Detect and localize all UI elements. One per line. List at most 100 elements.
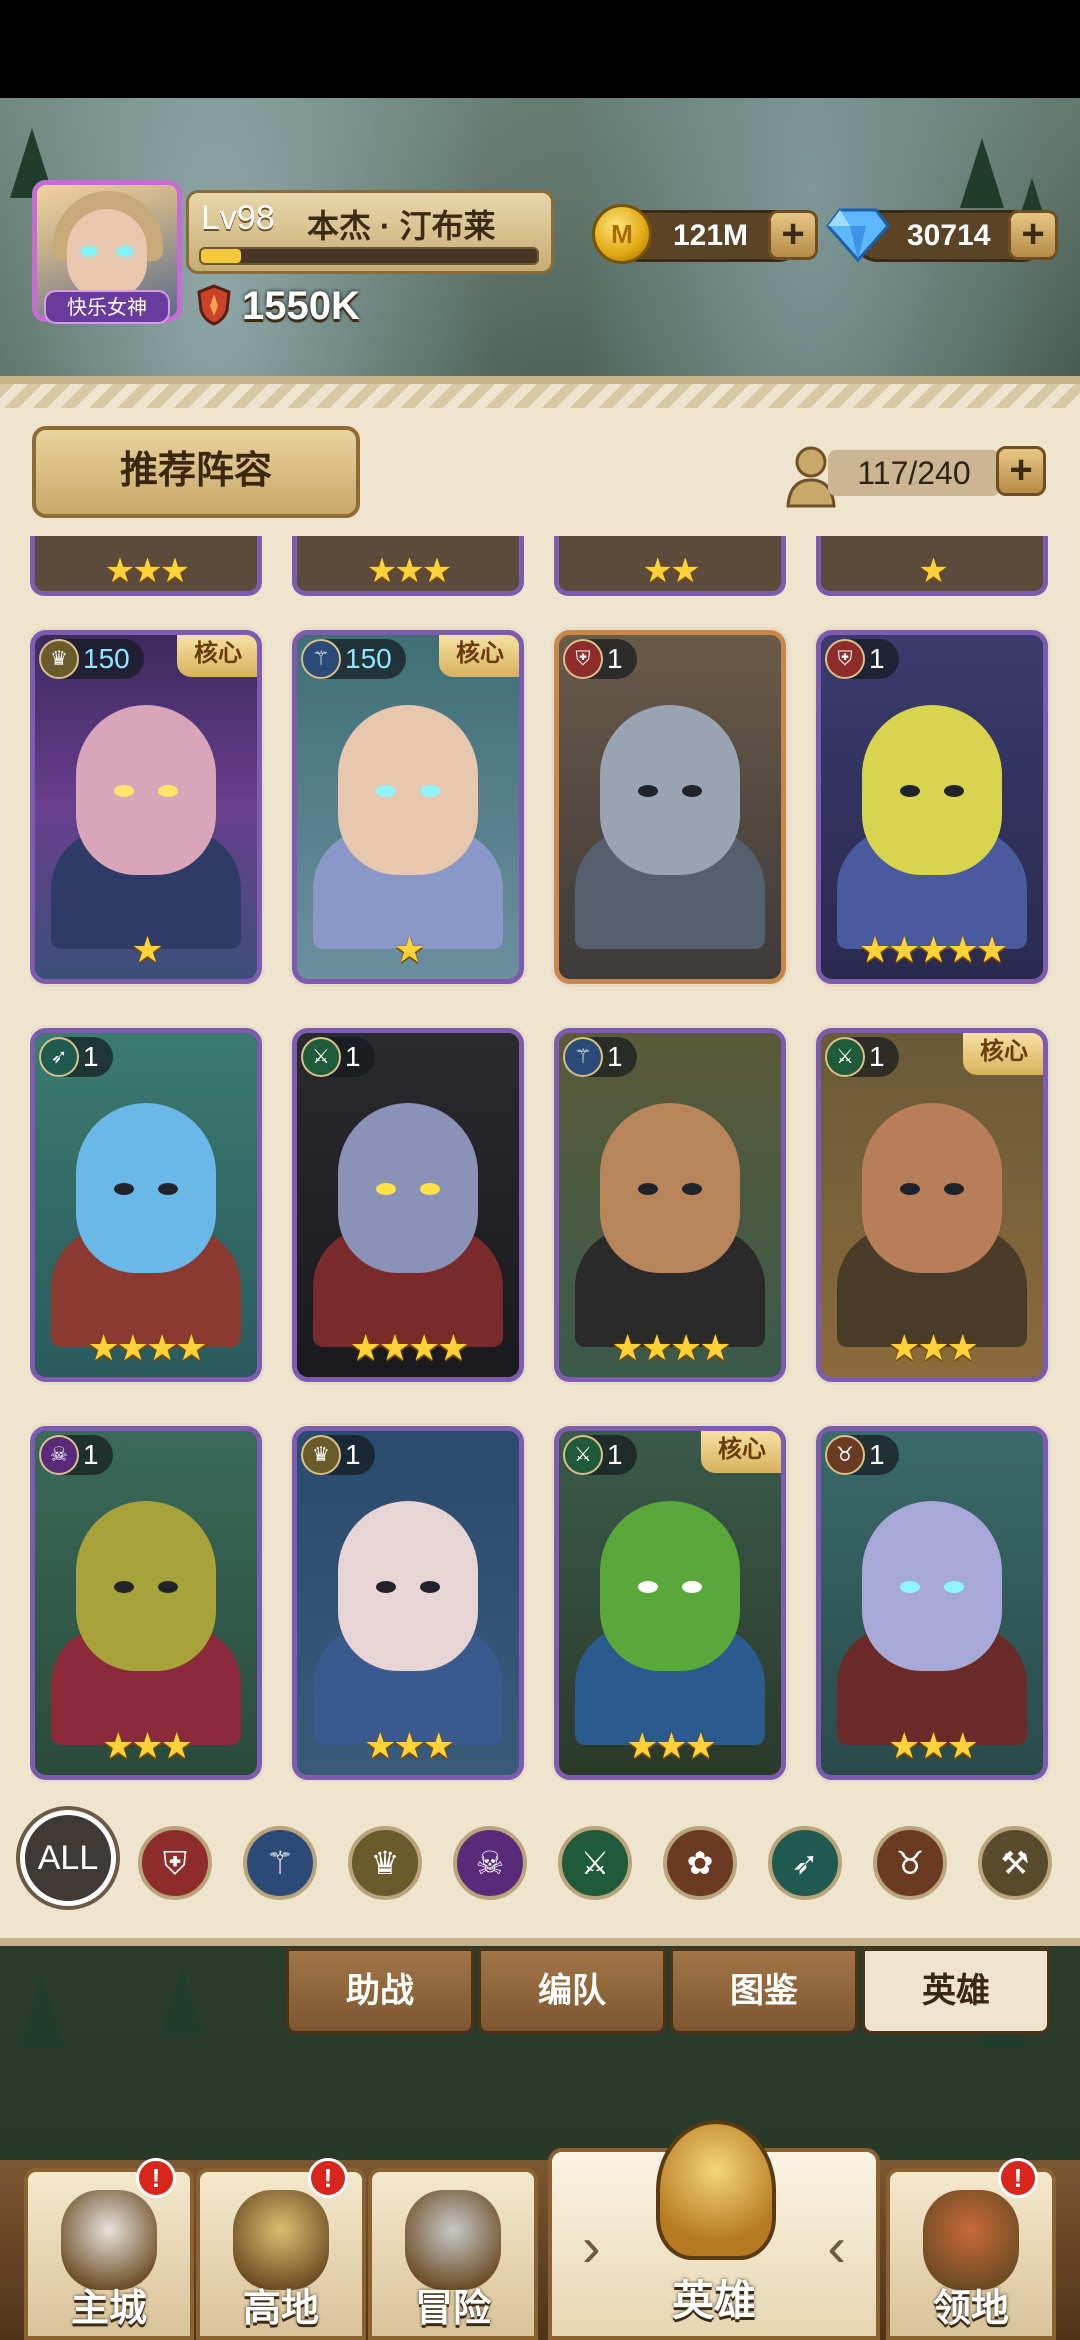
filter-all[interactable]: ALL [20, 1810, 116, 1906]
crossed-swords-icon [405, 2190, 501, 2290]
star-rating: ★★★★ [611, 1327, 731, 1368]
tree [160, 1968, 204, 2038]
panel-border-pattern [0, 384, 1080, 408]
hero-portrait-eyes [106, 1581, 186, 1597]
tree [20, 1978, 64, 2048]
alert-badge: ! [136, 2158, 176, 2198]
hero-helmet-icon [656, 2120, 776, 2260]
hero-card[interactable]: 1 ⚚ ★★★★ [554, 1028, 786, 1382]
hero-card[interactable]: 1 ⛨ [554, 630, 786, 984]
filter-beast-paw-icon[interactable]: ✿ [663, 1826, 737, 1900]
filter-warrior-crossed-blades-icon[interactable]: ⚔ [558, 1826, 632, 1900]
nav-item-2[interactable]: 冒险 [368, 2168, 538, 2340]
alert-badge: ! [308, 2158, 348, 2198]
hero-card-partial[interactable]: ★★ [554, 536, 786, 596]
hero-portrait-eyes [892, 785, 972, 801]
nav-item-0[interactable]: 主城! [24, 2158, 194, 2340]
hero-portrait-eyes [892, 1183, 972, 1199]
diamond-icon [826, 208, 890, 263]
nav-item-4[interactable]: 领地! [886, 2158, 1056, 2340]
hero-card[interactable]: 1 ⛨ ★★★★★ [816, 630, 1048, 984]
expand-capacity-button[interactable]: + [996, 446, 1046, 496]
star-rating: ★★★★ [87, 1327, 207, 1368]
hero-portrait-eyes [368, 1183, 448, 1199]
core-badge: 核心 [701, 1431, 781, 1473]
panel-tabs: 助战 编队 图鉴 英雄 [286, 1948, 1060, 2034]
star-rating: ★★★★ [349, 1327, 469, 1368]
player-level: Lv98 [201, 199, 275, 237]
star-rating: ★★★ [626, 1725, 717, 1766]
core-badge: 核心 [439, 635, 519, 677]
highland-icon [233, 2190, 329, 2290]
filter-hammer-hammer-icon[interactable]: ⚒ [978, 1826, 1052, 1900]
hero-card[interactable]: 150 ⚚ 核心 ★ [292, 630, 524, 984]
star-rating: ★★★ [888, 1725, 979, 1766]
hero-card-partial[interactable]: ★★★ [292, 536, 524, 596]
tab-0[interactable]: 助战 [286, 1948, 474, 2034]
filter-tank-shield-icon[interactable]: ⛨ [138, 1826, 212, 1900]
filter-demon-bull-skull-icon[interactable]: ♉ [873, 1826, 947, 1900]
recommend-lineup-button[interactable]: 推荐阵容 [32, 426, 360, 518]
player-namebar[interactable]: Lv98 本杰 · 汀布莱 [186, 190, 554, 274]
hero-card[interactable]: 1 ⚔ ★★★★ [292, 1028, 524, 1382]
hero-card[interactable]: 150 ♛ 核心 ★ [30, 630, 262, 984]
skull-icon: ☠ [39, 1435, 79, 1475]
nav-item-1[interactable]: 高地! [196, 2158, 366, 2340]
wing-emblem-icon: ♛ [301, 1435, 341, 1475]
add-gems-button[interactable]: + [1008, 210, 1058, 260]
hero-portrait-eyes [630, 1183, 710, 1199]
alert-badge: ! [998, 2158, 1038, 2198]
core-badge: 核心 [177, 635, 257, 677]
staff-icon: ⚚ [563, 1037, 603, 1077]
hero-portrait-eyes [368, 1581, 448, 1597]
filter-mage-staff-icon[interactable]: ⚚ [243, 1826, 317, 1900]
hero-card[interactable]: 1 ➶ ★★★★ [30, 1028, 262, 1382]
add-coins-button[interactable]: + [768, 210, 818, 260]
player-name: 本杰 · 汀布莱 [307, 208, 496, 244]
hero-capacity: 117/240 + [784, 440, 1050, 508]
star-rating: ★★★ [366, 552, 452, 590]
bow-icon: ➶ [39, 1037, 79, 1077]
shield-icon: ⛨ [825, 639, 865, 679]
gem-amount: 30714 [907, 219, 991, 252]
star-rating: ★ [918, 552, 948, 590]
hero-card-partial[interactable]: ★ [816, 536, 1048, 596]
coin-amount: 121M [673, 219, 749, 252]
star-rating: ★★ [642, 552, 701, 590]
staff-icon: ⚚ [301, 639, 341, 679]
exp-bar-fill [201, 249, 242, 263]
tab-3[interactable]: 英雄 [862, 1948, 1050, 2034]
nav-label: 高地 [242, 2288, 319, 2330]
filter-support-wing-emblem-icon[interactable]: ♛ [348, 1826, 422, 1900]
territory-banner-icon [923, 2190, 1019, 2290]
hero-card[interactable]: 1 ♛ ★★★ [292, 1426, 524, 1780]
power-value: 1550K [242, 284, 360, 328]
hero-portrait-eyes [630, 785, 710, 801]
hero-portrait-eyes [106, 785, 186, 801]
hero-card[interactable]: 1 ⚔ 核心 ★★★ [554, 1426, 786, 1780]
hero-portrait-eyes [630, 1581, 710, 1597]
status-bar [0, 0, 1080, 98]
tab-1[interactable]: 编队 [478, 1948, 666, 2034]
star-rating: ★ [131, 929, 163, 970]
nav-label: 冒险 [414, 2288, 491, 2330]
exp-bar [199, 247, 539, 265]
avatar-title: 快乐女神 [44, 290, 170, 324]
hero-card[interactable]: 1 ♉ ★★★ [816, 1426, 1048, 1780]
hero-card[interactable]: 1 ⚔ 核心 ★★★ [816, 1028, 1048, 1382]
filter-undead-skull-icon[interactable]: ☠ [453, 1826, 527, 1900]
hero-card-partial[interactable]: ★★★ [30, 536, 262, 596]
star-rating: ★★★ [102, 1725, 193, 1766]
nav-label: 领地 [932, 2288, 1009, 2330]
star-rating: ★★★ [888, 1327, 979, 1368]
crossed-blades-icon: ⚔ [301, 1037, 341, 1077]
filter-archer-bow-icon[interactable]: ➶ [768, 1826, 842, 1900]
star-rating: ★★★ [104, 552, 190, 590]
bull-skull-icon: ♉ [825, 1435, 865, 1475]
nav-item-3[interactable]: › ‹ 英雄 [548, 2120, 880, 2340]
core-badge: 核心 [963, 1033, 1043, 1075]
tree [960, 138, 1004, 208]
nav-label: 英雄 [671, 2277, 756, 2324]
hero-card[interactable]: 1 ☠ ★★★ [30, 1426, 262, 1780]
tab-2[interactable]: 图鉴 [670, 1948, 858, 2034]
